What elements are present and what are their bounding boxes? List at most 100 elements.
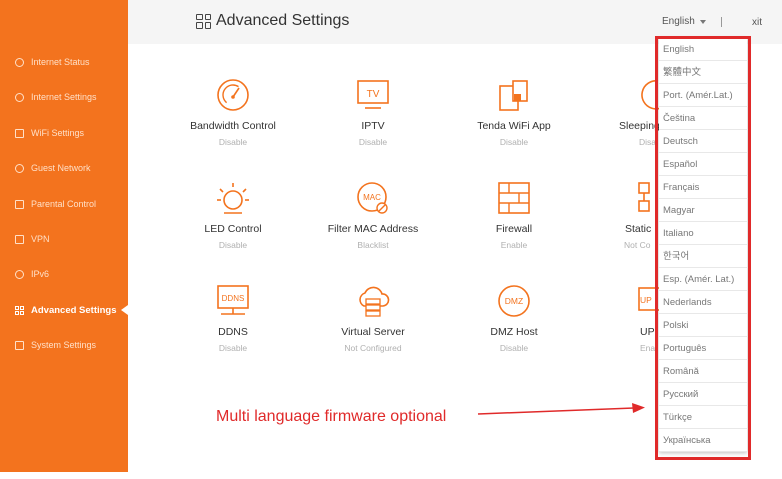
language-option[interactable]: Русский [659,383,747,406]
exit-link[interactable]: xit [752,17,762,28]
sidebar-item-label: Parental Control [31,199,97,209]
sidebar-item-label: IPv6 [31,269,50,279]
tile-status: Blacklist [357,240,389,250]
language-option[interactable]: Español [659,153,747,176]
header-divider [721,17,722,27]
arrow-icon [477,403,645,415]
sidebar-item-label: System Settings [31,340,97,350]
svg-text:TV: TV [367,89,380,100]
bulb-icon [217,183,249,214]
tile-led-control[interactable]: LED Control Disable [173,181,293,250]
language-option[interactable]: 한국어 [659,245,747,268]
svg-text:DMZ: DMZ [505,296,523,306]
svg-text:DDNS: DDNS [222,294,245,303]
grid-icon [15,305,24,315]
tile-bandwidth-control[interactable]: Bandwidth Control Disable [173,78,293,147]
sidebar-item-internet-status[interactable]: Internet Status [0,52,128,72]
tile-status: Not Co [624,240,651,250]
sidebar-item-system-settings[interactable]: System Settings [0,335,128,355]
tile-dmz-host[interactable]: DMZ DMZ Host Disable [454,284,574,353]
tile-label: DMZ Host [490,326,538,338]
language-option[interactable]: Français [659,176,747,199]
sidebar-item-label: Advanced Settings [31,304,117,316]
sidebar-item-label: Guest Network [31,163,91,173]
language-select[interactable]: English [662,16,706,27]
tv-icon: TV [357,80,389,109]
tile-status: Ena [640,343,656,353]
sidebar-item-guest-network[interactable]: Guest Network [0,158,128,178]
language-select-value: English [662,16,695,27]
annotation-text: Multi language firmware optional [216,408,447,425]
tile-label: Filter MAC Address [327,223,419,235]
language-option[interactable]: Esp. (Amér. Lat.) [659,268,747,291]
language-option[interactable]: 繁體中文 [659,61,747,84]
tile-label: Virtual Server [341,326,405,338]
globe-icon [15,57,24,67]
language-option[interactable]: Magyar [659,199,747,222]
sidebar-item-parental-control[interactable]: Parental Control [0,194,128,214]
sidebar-item-ipv6[interactable]: IPv6 [0,264,128,284]
sidebar-item-label: VPN [31,234,50,244]
tile-status: Disa [639,137,657,147]
wifi-icon [15,128,24,138]
system-icon [15,340,24,350]
firewall-icon [498,182,530,214]
tile-status: Enable [500,240,528,250]
tile-label: Tenda WiFi App [477,120,551,132]
tile-virtual-server[interactable]: Virtual Server Not Configured [313,284,433,353]
tile-status: Disable [218,343,248,353]
tile-status: Disable [358,137,388,147]
tile-firewall[interactable]: Firewall Enable [454,181,574,250]
language-option[interactable]: Port. (Amér.Lat.) [659,84,747,107]
tile-status: Disable [218,240,248,250]
parental-icon [15,199,24,209]
tile-ddns[interactable]: DDNS DDNS Disable [173,284,293,353]
phone-app-icon [499,80,528,111]
tile-label: Firewall [495,223,533,235]
tile-label: LED Control [204,223,262,235]
server-icon [359,286,390,317]
mac-filter-icon: MAC [357,182,388,214]
chevron-down-icon [699,19,706,24]
page-title: Advanced Settings [196,12,349,30]
ddns-icon: DDNS [217,285,249,315]
sidebar-item-advanced-settings[interactable]: Advanced Settings [0,300,128,320]
page-title-text: Advanced Settings [216,12,350,29]
language-option[interactable]: Română [659,360,747,383]
language-option[interactable]: Italiano [659,222,747,245]
internet-icon [15,92,24,102]
tile-label: DDNS [218,326,248,338]
guest-icon [15,163,24,173]
tile-label: IPTV [361,120,385,132]
language-option[interactable]: Українська [659,429,747,452]
tile-label: UP [640,326,655,338]
sleep-icon [641,80,659,110]
sidebar-item-internet-settings[interactable]: Internet Settings [0,87,128,107]
language-option[interactable]: Čeština [659,107,747,130]
tile-tenda-wifi-app[interactable]: Tenda WiFi App Disable [454,78,574,147]
sidebar-item-wifi-settings[interactable]: WiFi Settings [0,123,128,143]
tile-iptv[interactable]: TV IPTV Disable [313,78,433,147]
tile-label: Bandwidth Control [190,120,276,132]
language-option[interactable]: English [659,38,747,61]
svg-text:MAC: MAC [363,193,381,202]
tile-upnp[interactable]: UP UP Ena [587,284,659,353]
tile-filter-mac-address[interactable]: MAC Filter MAC Address Blacklist [313,181,433,250]
language-option[interactable]: Português [659,337,747,360]
tile-status: Disable [218,137,248,147]
vpn-icon [15,234,24,244]
tile-label: Static [625,223,652,235]
tile-status: Not Configured [344,343,402,353]
tile-sleeping[interactable]: Sleeping Disa [587,78,659,147]
tile-static[interactable]: Static Not Co [587,181,659,250]
tile-status: Disable [499,137,529,147]
language-option[interactable]: Polski [659,314,747,337]
language-option[interactable]: Deutsch [659,130,747,153]
tile-label: Sleeping [619,120,659,132]
speedometer-icon [217,79,249,111]
sidebar-item-vpn[interactable]: VPN [0,229,128,249]
sidebar-item-label: Internet Settings [31,92,97,102]
sidebar: Internet Status Internet Settings WiFi S… [0,0,128,472]
language-option[interactable]: Türkçe [659,406,747,429]
language-option[interactable]: Nederlands [659,291,747,314]
